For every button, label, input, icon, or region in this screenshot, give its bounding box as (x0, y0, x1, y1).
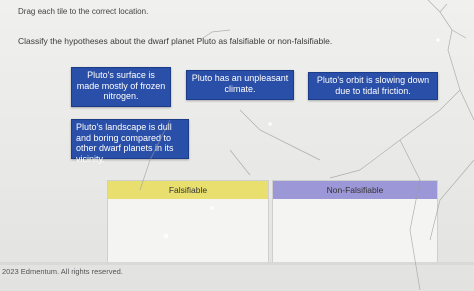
footer-divider (0, 262, 474, 265)
question-text: Classify the hypotheses about the dwarf … (18, 36, 333, 46)
copyright-text: 2023 Edmentum. All rights reserved. (2, 267, 123, 276)
non-falsifiable-dropzone[interactable]: Non-Falsifiable (272, 180, 438, 265)
tile-unpleasant-climate[interactable]: Pluto has an unpleasant climate. (186, 70, 294, 100)
instruction-text: Drag each tile to the correct location. (18, 7, 149, 16)
falsifiable-dropzone[interactable]: Falsifiable (107, 180, 269, 265)
tile-orbit-slowing[interactable]: Pluto's orbit is slowing down due to tid… (308, 72, 438, 100)
non-falsifiable-drop-area[interactable] (273, 199, 437, 264)
tile-frozen-nitrogen[interactable]: Pluto's surface is made mostly of frozen… (71, 67, 171, 107)
non-falsifiable-header: Non-Falsifiable (273, 181, 437, 199)
falsifiable-drop-area[interactable] (108, 199, 268, 264)
tile-landscape-dull[interactable]: Pluto's landscape is dull and boring com… (71, 119, 189, 164)
falsifiable-header: Falsifiable (108, 181, 268, 199)
screen: Drag each tile to the correct location. … (0, 0, 474, 291)
